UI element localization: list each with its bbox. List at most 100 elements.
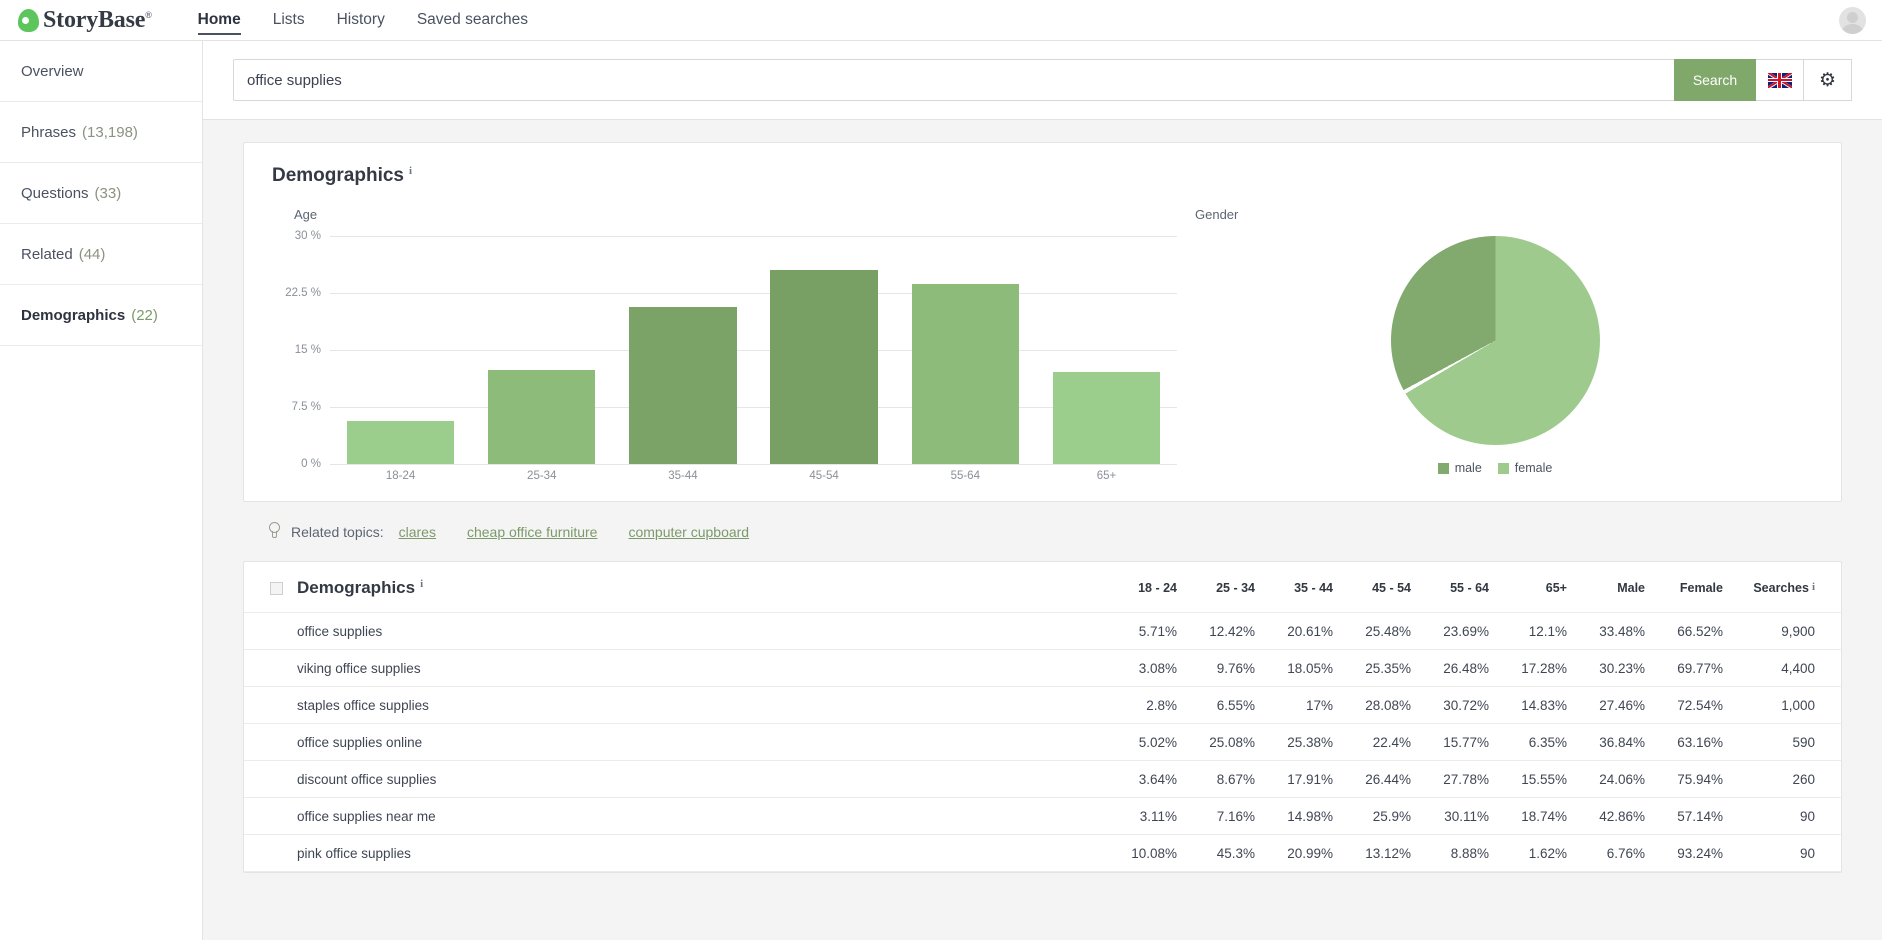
- language-flag-button[interactable]: [1756, 59, 1804, 101]
- row-value: 14.83%: [1521, 697, 1567, 713]
- related-topic-link-2[interactable]: cheap office furniture: [467, 524, 598, 540]
- legend-item[interactable]: female: [1497, 461, 1552, 475]
- row-value: 30.72%: [1443, 697, 1489, 713]
- registered-mark: ®: [145, 9, 152, 20]
- table-title-text: Demographics: [297, 578, 416, 597]
- related-topic-link-3[interactable]: computer cupboard: [628, 524, 749, 540]
- column-header-18-24[interactable]: 18 - 24: [1099, 581, 1177, 595]
- row-phrase[interactable]: viking office supplies: [270, 661, 1099, 676]
- table-row[interactable]: pink office supplies 10.08% 45.3% 20.99% 13.…: [244, 835, 1841, 872]
- row-value: 3.08%: [1138, 660, 1177, 676]
- nav-link-home[interactable]: Home: [182, 0, 257, 41]
- legend-swatch: [1497, 462, 1509, 474]
- row-value: 69.77%: [1677, 660, 1723, 676]
- gender-chart-label: Gender: [1195, 207, 1239, 222]
- row-searches: 4,400: [1781, 660, 1815, 676]
- table-body: office supplies 5.71% 12.42% 20.61% 25.48% 23…: [244, 613, 1841, 872]
- row-value: 12.1%: [1528, 623, 1567, 639]
- row-phrase[interactable]: discount office supplies: [270, 772, 1099, 787]
- legend-swatch: [1437, 462, 1449, 474]
- bar-column[interactable]: [612, 236, 753, 464]
- row-value: 3.64%: [1138, 771, 1177, 787]
- info-icon[interactable]: i: [420, 579, 423, 590]
- bar[interactable]: [346, 420, 455, 464]
- column-header-45-54[interactable]: 45 - 54: [1333, 581, 1411, 595]
- column-header-35-44[interactable]: 35 - 44: [1255, 581, 1333, 595]
- age-chart-label: Age: [294, 207, 318, 222]
- column-header-25-34[interactable]: 25 - 34: [1177, 581, 1255, 595]
- table-row[interactable]: viking office supplies 3.08% 9.76% 18.05% 25…: [244, 650, 1841, 687]
- bar[interactable]: [770, 270, 878, 464]
- column-header-55-64[interactable]: 55 - 64: [1411, 581, 1489, 595]
- search-input[interactable]: [233, 59, 1674, 101]
- column-header-65-plus[interactable]: 65+: [1489, 581, 1567, 595]
- sidebar-item-demographics[interactable]: Demographics (22): [0, 285, 202, 346]
- gear-icon: ⚙: [1818, 69, 1837, 91]
- bar[interactable]: [488, 369, 596, 464]
- row-phrase[interactable]: office supplies online: [270, 735, 1099, 750]
- nav-link-saved-searches[interactable]: Saved searches: [401, 0, 544, 41]
- user-avatar-icon[interactable]: [1839, 7, 1866, 34]
- bar-column[interactable]: [471, 236, 612, 464]
- row-phrase[interactable]: pink office supplies: [270, 846, 1099, 861]
- row-value: 6.76%: [1606, 845, 1645, 861]
- brand-logo[interactable]: StoryBase®: [18, 7, 152, 34]
- row-value: 30.11%: [1444, 808, 1489, 824]
- table-header-row: Demographics i 18 - 24 25 - 34 35 - 44 4…: [244, 562, 1841, 613]
- nav-link-lists[interactable]: Lists: [257, 0, 321, 41]
- row-value: 57.14%: [1677, 808, 1723, 824]
- settings-button[interactable]: ⚙: [1804, 59, 1852, 101]
- sidebar-item-phrases[interactable]: Phrases (13,198): [0, 102, 202, 163]
- x-axis-label: 45-54: [809, 470, 839, 482]
- sidebar-item-label: Questions: [21, 184, 89, 202]
- row-phrase[interactable]: staples office supplies: [270, 698, 1099, 713]
- row-value: 8.67%: [1216, 771, 1255, 787]
- sidebar-item-overview[interactable]: Overview: [0, 41, 202, 102]
- gender-legend: male female: [1437, 461, 1552, 475]
- row-value: 6.55%: [1216, 697, 1255, 713]
- search-button[interactable]: Search: [1674, 59, 1756, 101]
- nav-link-history[interactable]: History: [321, 0, 401, 41]
- bar[interactable]: [911, 283, 1019, 464]
- info-icon[interactable]: i: [409, 166, 412, 177]
- x-axis-label: 25-34: [527, 470, 557, 482]
- row-value: 23.69%: [1443, 623, 1489, 639]
- column-header-male[interactable]: Male: [1567, 581, 1645, 595]
- sidebar-item-questions[interactable]: Questions (33): [0, 163, 202, 224]
- select-all-checkbox[interactable]: [270, 581, 283, 595]
- table-row[interactable]: office supplies near me 3.11% 7.16% 14.98% 2…: [244, 798, 1841, 835]
- sidebar-item-label: Phrases: [21, 123, 77, 141]
- row-phrase[interactable]: office supplies: [270, 624, 1099, 639]
- table-row[interactable]: discount office supplies 3.64% 8.67% 17.91%…: [244, 761, 1841, 798]
- row-value: 25.9%: [1372, 808, 1411, 824]
- row-phrase[interactable]: office supplies near me: [270, 809, 1099, 824]
- column-header-searches[interactable]: Searches i: [1723, 581, 1815, 595]
- table-row[interactable]: staples office supplies 2.8% 6.55% 17% 28.08…: [244, 687, 1841, 724]
- chart-card-title-text: Demographics: [272, 165, 404, 186]
- row-searches: 9,900: [1781, 623, 1815, 639]
- sidebar-item-count: (13,198): [82, 123, 138, 141]
- row-value: 93.24%: [1677, 845, 1723, 861]
- row-value: 15.77%: [1443, 734, 1489, 750]
- main-nav: Home Lists History Saved searches: [182, 0, 544, 41]
- bar[interactable]: [629, 307, 737, 464]
- row-value: 9.76%: [1216, 660, 1255, 676]
- column-header-female[interactable]: Female: [1645, 581, 1723, 595]
- related-topic-link-1[interactable]: clares: [399, 524, 436, 540]
- table-row[interactable]: office supplies 5.71% 12.42% 20.61% 25.48% 23…: [244, 613, 1841, 650]
- row-value: 15.55%: [1521, 771, 1567, 787]
- sidebar-item-related[interactable]: Related (44): [0, 224, 202, 285]
- table-row[interactable]: office supplies online 5.02% 25.08% 25.38% 2…: [244, 724, 1841, 761]
- y-axis-tick: 15 %: [294, 344, 321, 356]
- row-value: 6.35%: [1528, 734, 1567, 750]
- bar-column[interactable]: [754, 236, 895, 464]
- bar-column[interactable]: [895, 236, 1036, 464]
- bar[interactable]: [1052, 372, 1161, 464]
- bar-column[interactable]: [330, 236, 471, 464]
- legend-item[interactable]: male: [1437, 461, 1482, 475]
- row-value: 28.08%: [1365, 697, 1411, 713]
- bar-column[interactable]: [1036, 236, 1177, 464]
- info-icon[interactable]: i: [1812, 582, 1815, 593]
- row-value: 25.08%: [1209, 734, 1255, 750]
- row-value: 2.8%: [1146, 697, 1177, 713]
